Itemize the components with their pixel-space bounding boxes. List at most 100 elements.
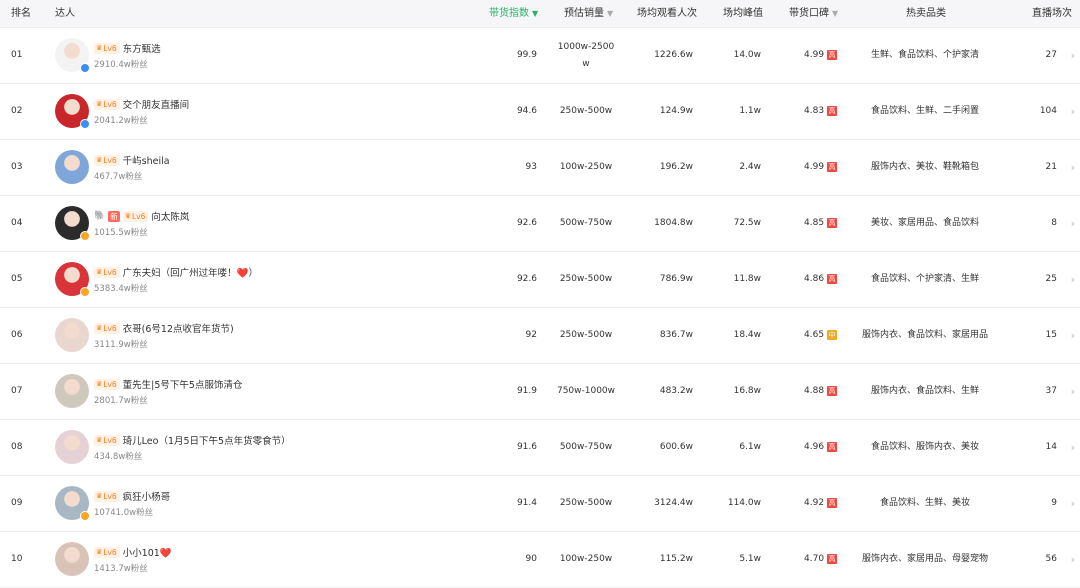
chevron-right-icon[interactable]: › — [1071, 140, 1075, 195]
avg-viewers-value: 196.2w — [659, 162, 693, 172]
col-avg-peak[interactable]: 场均峰值 — [723, 0, 763, 27]
col-live-count[interactable]: 直播场次 — [1032, 0, 1072, 27]
avg-viewers-value: 836.7w — [659, 330, 693, 340]
chevron-right-icon[interactable]: › — [1071, 476, 1075, 531]
rank-number: 05 — [11, 274, 23, 284]
avatar[interactable] — [55, 318, 89, 352]
sales-index-value: 92.6 — [516, 218, 537, 228]
creator-name[interactable]: 广东夫妇（回广州过年喽！❤️） — [123, 265, 258, 279]
live-count-value: 37 — [1045, 386, 1057, 396]
reputation-score: 4.99 高 — [804, 161, 838, 172]
hot-categories-value: 服饰内衣、食品饮料、家居用品 — [861, 330, 988, 340]
table-row[interactable]: 07 ♛ Lv6 董先生|5号下午5点服饰清仓 2801.7w粉丝 91.9 750w-10… — [0, 364, 1080, 420]
est-sales-value: 250w-500w — [559, 274, 613, 284]
avatar[interactable] — [55, 374, 89, 408]
table-row[interactable]: 02 ♛ Lv6 交个朋友直播间 2041.2w粉丝 94.6 250w-500w 124.9… — [0, 84, 1080, 140]
col-avg-viewers[interactable]: 场均观看人次 — [637, 0, 697, 27]
avg-peak-value: 6.1w — [739, 442, 761, 452]
creator-name[interactable]: 千屿sheila — [123, 153, 170, 167]
creator-name[interactable]: 董先生|5号下午5点服饰清仓 — [123, 377, 243, 391]
reputation-score: 4.85 高 — [804, 217, 838, 228]
creator-name[interactable]: 小小101❤️ — [123, 545, 172, 559]
table-row[interactable]: 01 ♛ Lv6 东方甄选 2910.4w粉丝 99.9 1000w-2500 w 1226.6… — [0, 28, 1080, 84]
crown-icon: ♛ — [96, 43, 103, 52]
est-sales-value: 250w-500w — [559, 106, 613, 116]
est-sales-value: 750w-1000w — [556, 386, 616, 396]
table-header: 排名 达人 带货指数 ▼ 预估销量 ▼ 场均观看人次 场均峰值 带货口碑 ▼ 热卖品类… — [0, 0, 1080, 28]
rank-number: 01 — [11, 50, 23, 60]
avatar[interactable] — [55, 262, 90, 297]
creator-name[interactable]: 交个朋友直播间 — [123, 97, 190, 111]
chevron-right-icon[interactable]: › — [1071, 28, 1075, 83]
chevron-right-icon[interactable]: › — [1071, 308, 1075, 363]
hot-categories-value: 生鲜、食品饮料、个护家清 — [870, 50, 979, 60]
table-row[interactable]: 08 ♛ Lv6 琦儿Leo（1月5日下午5点年货零食节） 434.8w粉丝 91.6 50… — [0, 420, 1080, 476]
hot-categories-value: 服饰内衣、食品饮料、生鲜 — [870, 386, 979, 396]
live-count-value: 56 — [1045, 554, 1057, 564]
live-count-value: 25 — [1045, 274, 1057, 284]
creator-name[interactable]: 琦儿Leo（1月5日下午5点年货零食节） — [123, 433, 291, 447]
crown-icon: ♛ — [96, 435, 103, 444]
est-sales-value: 500w-750w — [559, 442, 613, 452]
reputation-score: 4.88 高 — [804, 385, 838, 396]
chevron-right-icon[interactable]: › — [1071, 364, 1075, 419]
reputation-tag: 高 — [827, 273, 838, 284]
reputation-tag: 高 — [827, 497, 838, 508]
reputation-tag: 高 — [827, 385, 838, 396]
avatar[interactable] — [55, 430, 89, 464]
hot-categories-value: 服饰内衣、家居用品、母婴宠物 — [861, 554, 988, 564]
creator-name-line: ♛ Lv6 千屿sheila — [94, 153, 170, 167]
crown-icon: ♛ — [96, 491, 103, 500]
avatar[interactable] — [55, 542, 89, 576]
col-est-sales[interactable]: 预估销量 ▼ — [564, 0, 613, 27]
col-sales-index[interactable]: 带货指数 ▼ — [489, 0, 538, 27]
chevron-right-icon[interactable]: › — [1071, 532, 1075, 587]
avg-peak-value: 18.4w — [733, 330, 761, 340]
col-reputation[interactable]: 带货口碑 ▼ — [789, 0, 838, 27]
level-badge: ♛ Lv6 — [122, 210, 149, 222]
avatar-image — [55, 318, 89, 352]
creator-name-line: ♛ Lv6 疯狂小杨哥 — [94, 489, 170, 503]
avatar[interactable] — [55, 38, 90, 73]
verified-icon — [80, 231, 90, 241]
level-badge: ♛ Lv6 — [94, 266, 120, 278]
chevron-right-icon[interactable]: › — [1071, 252, 1075, 307]
creator-name[interactable]: 疯狂小杨哥 — [123, 489, 171, 503]
creator-name-line: ♛ Lv6 东方甄选 — [94, 41, 161, 55]
table-row[interactable]: 09 ♛ Lv6 疯狂小杨哥 10741.0w粉丝 91.4 250w-500w 3124.4… — [0, 476, 1080, 532]
avg-peak-value: 11.8w — [733, 274, 761, 284]
table-row[interactable]: 04 🐘 新 ♛ Lv6 向太陈岚 1015.5w粉丝 92.6 500w-750w 1804.8… — [0, 196, 1080, 252]
rank-number: 03 — [11, 162, 23, 172]
table-row[interactable]: 10 ♛ Lv6 小小101❤️ 1413.7w粉丝 90 100w-250w 115.2w 5… — [0, 532, 1080, 588]
table-row[interactable]: 05 ♛ Lv6 广东夫妇（回广州过年喽！❤️） 5383.4w粉丝 92.6 250w-5… — [0, 252, 1080, 308]
avg-viewers-value: 786.9w — [659, 274, 693, 284]
avg-peak-value: 114.0w — [727, 498, 761, 508]
creator-name[interactable]: 衣哥(6号12点收官年货节) — [123, 321, 234, 335]
level-badge: ♛ Lv6 — [94, 42, 120, 54]
creator-name[interactable]: 东方甄选 — [123, 41, 161, 55]
new-badge: 新 — [108, 210, 120, 222]
fans-count: 1413.7w粉丝 — [94, 564, 148, 574]
avatar[interactable] — [55, 150, 89, 184]
level-badge: ♛ Lv6 — [94, 154, 120, 166]
chevron-right-icon[interactable]: › — [1071, 84, 1075, 139]
sales-index-value: 92.6 — [516, 274, 537, 284]
est-sales-value: 100w-250w — [559, 554, 613, 564]
reputation-score: 4.83 高 — [804, 105, 838, 116]
table-row[interactable]: 03 ♛ Lv6 千屿sheila 467.7w粉丝 93 100w-250w 196.2w 2… — [0, 140, 1080, 196]
table-row[interactable]: 06 ♛ Lv6 衣哥(6号12点收官年货节) 3111.9w粉丝 92 250w-500w… — [0, 308, 1080, 364]
rank-number: 07 — [11, 386, 23, 396]
chevron-right-icon[interactable]: › — [1071, 196, 1075, 251]
avatar[interactable] — [55, 94, 90, 129]
sales-index-value: 99.9 — [516, 50, 537, 60]
sales-index-value: 91.9 — [516, 386, 537, 396]
reputation-tag: 高 — [827, 217, 838, 228]
chevron-right-icon[interactable]: › — [1071, 420, 1075, 475]
creator-name[interactable]: 向太陈岚 — [151, 209, 189, 223]
fans-count: 2910.4w粉丝 — [94, 60, 148, 70]
avatar[interactable] — [55, 206, 90, 241]
sales-index-value: 94.6 — [516, 106, 537, 116]
avg-peak-value: 72.5w — [733, 218, 761, 228]
avatar[interactable] — [55, 486, 90, 521]
hot-categories-value: 食品饮料、个护家清、生鲜 — [870, 274, 979, 284]
